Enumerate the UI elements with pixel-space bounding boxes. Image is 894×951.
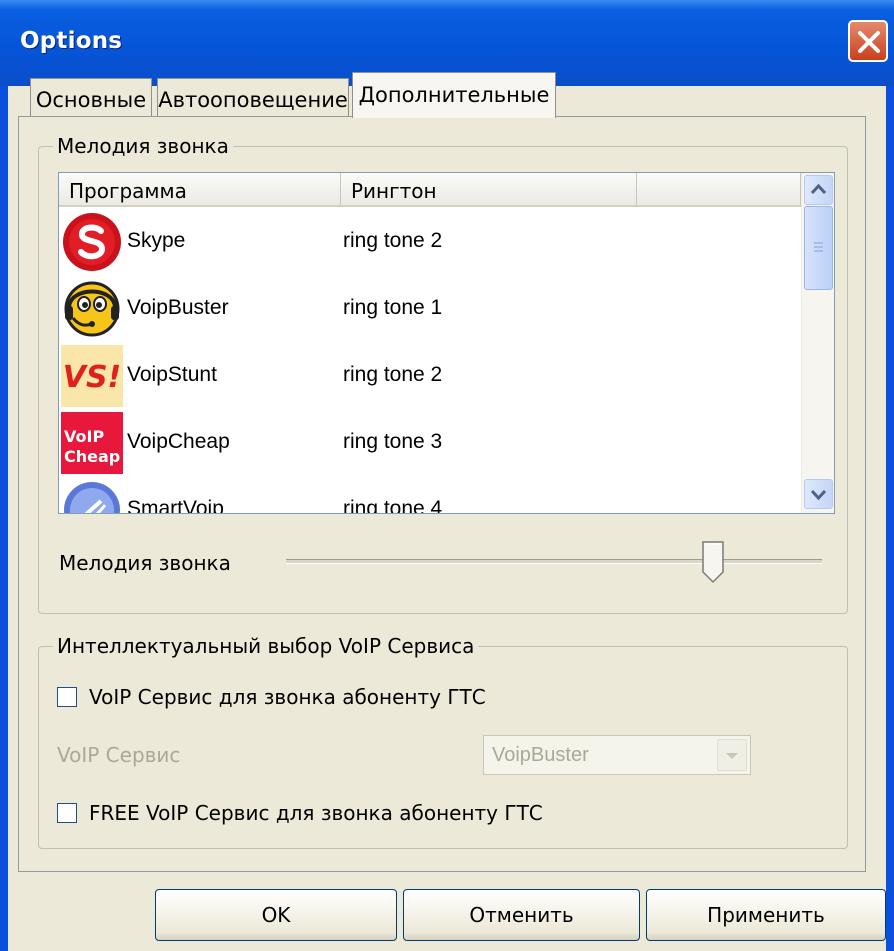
list-item-voipbuster[interactable]: VoipBuster ring tone 1: [59, 276, 799, 343]
program-name: VoipBuster: [127, 296, 229, 319]
free-voip-gts-checkbox[interactable]: [57, 803, 77, 823]
chevron-up-icon: [810, 183, 827, 195]
list-item-voipstunt[interactable]: VS! VoipStunt ring tone 2: [59, 343, 799, 410]
column-header-ringtone[interactable]: Рингтон: [341, 173, 637, 207]
ringtone-value: ring tone 2: [343, 363, 443, 386]
chevron-down-icon: [726, 753, 738, 759]
slider-thumb[interactable]: [701, 540, 725, 584]
ringtone-list[interactable]: Программа Рингтон Skype ring tone 2 Voip…: [58, 172, 835, 514]
smartvoip-icon: [64, 482, 120, 513]
voipstunt-icon: VS!: [61, 345, 123, 407]
window-title: Options: [20, 28, 123, 54]
volume-label: Мелодия звонка: [59, 551, 231, 575]
voipcheap-icon: VoIP Cheap: [61, 412, 123, 474]
dropdown-button[interactable]: [717, 739, 747, 771]
program-name: SmartVoip: [127, 497, 224, 514]
voip-service-value: VoipBuster: [492, 744, 589, 766]
ringtone-group-legend: Мелодия звонка: [53, 134, 233, 158]
close-button[interactable]: [848, 20, 888, 62]
ringtone-value: ring tone 3: [343, 430, 443, 453]
scroll-up-button[interactable]: [804, 175, 833, 205]
scroll-thumb[interactable]: [804, 206, 833, 290]
list-scrollbar[interactable]: [801, 173, 834, 513]
free-voip-gts-checkbox-label[interactable]: FREE VoIP Сервис для звонка абоненту ГТС: [89, 801, 543, 825]
voipbuster-icon: [64, 281, 120, 337]
svg-text:VoIP: VoIP: [64, 427, 104, 446]
grip-icon: [814, 242, 823, 252]
list-item-skype[interactable]: Skype ring tone 2: [59, 209, 799, 276]
voip-gts-checkbox[interactable]: [57, 687, 77, 707]
scroll-down-button[interactable]: [804, 479, 833, 509]
ringtone-value: ring tone 1: [343, 296, 443, 319]
voip-service-select[interactable]: VoipBuster: [483, 735, 751, 775]
tab-additional[interactable]: Дополнительные: [352, 72, 556, 118]
voip-gts-checkbox-label[interactable]: VoIP Сервис для звонка абоненту ГТС: [89, 685, 486, 709]
program-name: VoipStunt: [127, 363, 217, 386]
close-icon: [858, 31, 880, 53]
tab-autonotify[interactable]: Автооповещение: [157, 78, 349, 116]
slider-track: [286, 559, 822, 564]
ok-button[interactable]: OK: [155, 889, 397, 941]
column-header-empty[interactable]: [637, 173, 801, 207]
column-header-program[interactable]: Программа: [59, 173, 341, 207]
program-name: VoipCheap: [127, 430, 230, 453]
tab-basic[interactable]: Основные: [30, 78, 152, 116]
chevron-down-icon: [810, 489, 827, 501]
svg-text:VS!: VS!: [63, 360, 122, 395]
smart-select-legend: Интеллектуальный выбор VoIP Сервиса: [53, 634, 479, 658]
svg-text:Cheap: Cheap: [64, 447, 120, 466]
ringtone-value: ring tone 4: [343, 497, 443, 514]
ringtone-value: ring tone 2: [343, 229, 443, 252]
volume-slider[interactable]: [286, 540, 822, 586]
skype-icon: [63, 213, 121, 271]
apply-button[interactable]: Применить: [646, 889, 886, 941]
cancel-button[interactable]: Отменить: [403, 889, 640, 941]
list-item-smartvoip[interactable]: SmartVoip ring tone 4: [59, 477, 799, 514]
list-item-voipcheap[interactable]: VoIP Cheap VoipCheap ring tone 3: [59, 410, 799, 477]
voip-service-label: VoIP Сервис: [57, 743, 181, 767]
program-name: Skype: [127, 229, 186, 252]
